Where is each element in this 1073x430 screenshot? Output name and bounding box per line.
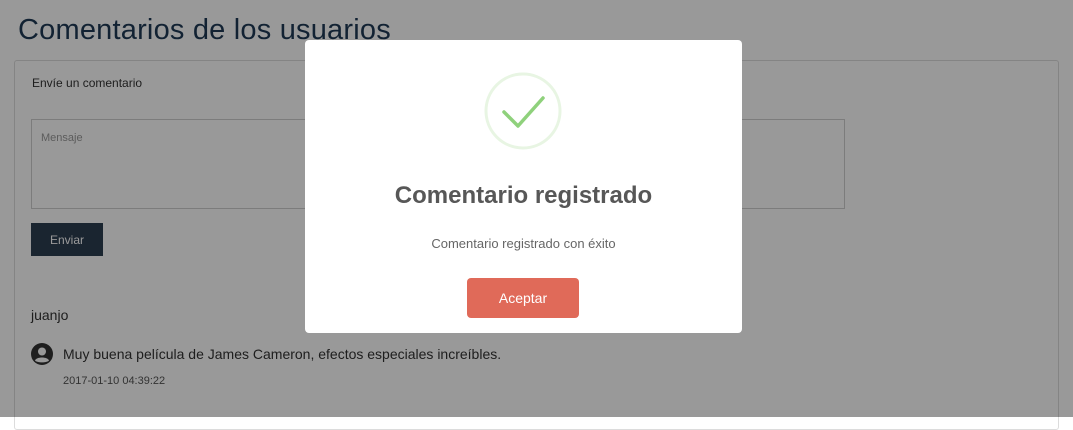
modal-title: Comentario registrado bbox=[394, 182, 653, 209]
success-check-icon bbox=[483, 71, 563, 151]
modal-message: Comentario registrado con éxito bbox=[431, 236, 616, 251]
success-dialog: Comentario registrado Comentario registr… bbox=[305, 40, 742, 333]
accept-button[interactable]: Aceptar bbox=[467, 278, 579, 318]
